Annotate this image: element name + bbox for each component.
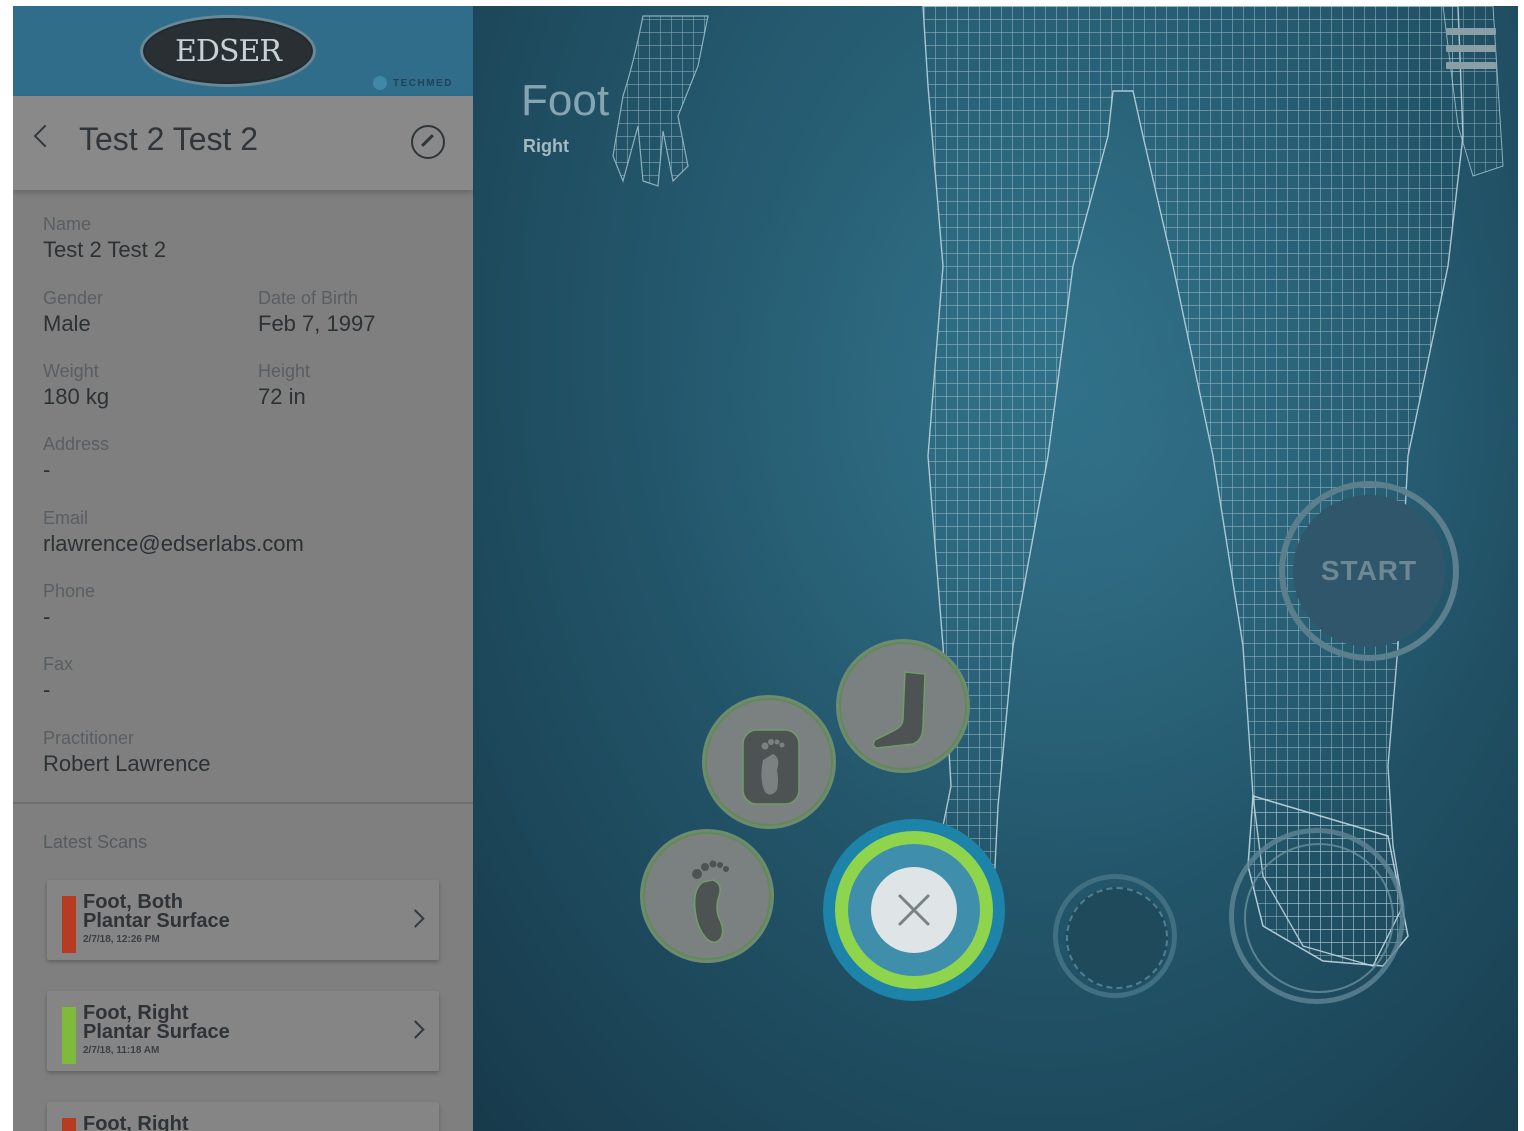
patient-title: Test 2 Test 2 bbox=[79, 121, 259, 157]
scan-status-bar bbox=[62, 1118, 76, 1131]
address-label: Address bbox=[43, 434, 110, 454]
techmed-logo: TECHMED bbox=[373, 76, 453, 90]
close-button[interactable] bbox=[871, 867, 957, 953]
practitioner-label: Practitioner bbox=[43, 728, 135, 748]
scan-option-side[interactable] bbox=[839, 642, 967, 770]
name-label: Name bbox=[43, 214, 92, 234]
scan-status-bar bbox=[62, 1007, 76, 1064]
scan-date: 2/7/18, 11:18 AM bbox=[83, 1045, 160, 1056]
email-value: rlawrence@edserlabs.com bbox=[43, 531, 304, 556]
edit-button[interactable] bbox=[411, 125, 445, 159]
scan-title: Foot, Both Plantar Surface bbox=[83, 891, 230, 932]
active-scan-ring bbox=[823, 819, 1005, 1001]
app-window: EDSER TECHMED Test 2 Test 2 Name Test 2 … bbox=[13, 6, 1518, 1131]
scan-card[interactable]: Foot, Right bbox=[47, 1102, 439, 1131]
phone-value: - bbox=[43, 604, 51, 629]
chevron-right-icon bbox=[406, 909, 425, 928]
address-value: - bbox=[43, 457, 51, 482]
scan-card[interactable]: Foot, Both Plantar Surface 2/7/18, 12:26… bbox=[47, 880, 439, 960]
start-button[interactable]: START bbox=[1279, 481, 1459, 661]
start-label: START bbox=[1320, 555, 1418, 586]
weight-label: Weight bbox=[43, 361, 99, 381]
name-value: Test 2 Test 2 bbox=[43, 237, 167, 262]
patient-details-panel: Test 2 Test 2 Name Test 2 Test 2 Gender … bbox=[13, 96, 473, 1131]
foot-sole-box-icon bbox=[742, 729, 800, 805]
phone-label: Phone bbox=[43, 581, 96, 601]
logo-bar: EDSER TECHMED bbox=[13, 6, 473, 96]
weight-value: 180 kg bbox=[43, 384, 110, 409]
body-viewer: Foot Right START bbox=[473, 6, 1518, 1131]
region-side: Right bbox=[523, 136, 569, 156]
scan-slot-ring[interactable] bbox=[1053, 874, 1177, 998]
chevron-right-icon bbox=[406, 1020, 425, 1039]
close-icon bbox=[898, 894, 930, 926]
dob-label: Date of Birth bbox=[258, 288, 359, 308]
scan-option-sole[interactable] bbox=[705, 698, 833, 826]
height-value: 72 in bbox=[258, 384, 306, 409]
scan-date: 2/7/18, 12:26 PM bbox=[83, 934, 160, 945]
fax-value: - bbox=[43, 677, 51, 702]
latest-scans-label: Latest Scans bbox=[43, 832, 148, 852]
foot-target-ring[interactable] bbox=[1229, 828, 1405, 1004]
divider bbox=[13, 802, 473, 804]
fax-label: Fax bbox=[43, 654, 74, 674]
practitioner-value: Robert Lawrence bbox=[43, 751, 211, 776]
back-chevron-icon[interactable] bbox=[33, 124, 57, 148]
scan-option-plantar[interactable] bbox=[643, 832, 771, 960]
scan-title: Foot, Right bbox=[83, 1113, 189, 1131]
email-label: Email bbox=[43, 508, 89, 528]
patient-sidebar: EDSER TECHMED Test 2 Test 2 Name Test 2 … bbox=[13, 6, 473, 1131]
foot-plantar-icon bbox=[692, 860, 729, 943]
region-title: Foot bbox=[521, 76, 610, 125]
techmed-globe-icon bbox=[373, 76, 387, 90]
foot-side-icon bbox=[872, 671, 926, 749]
dob-value: Feb 7, 1997 bbox=[258, 311, 376, 336]
gender-value: Male bbox=[43, 311, 91, 336]
panel-header: Test 2 Test 2 bbox=[13, 96, 473, 190]
height-label: Height bbox=[258, 361, 311, 381]
gender-label: Gender bbox=[43, 288, 104, 308]
scan-status-bar bbox=[62, 896, 76, 953]
hamburger-menu-icon[interactable] bbox=[1446, 28, 1496, 70]
scan-card[interactable]: Foot, Right Plantar Surface 2/7/18, 11:1… bbox=[47, 991, 439, 1071]
scan-title: Foot, Right Plantar Surface bbox=[83, 1002, 230, 1043]
edser-logo: EDSER bbox=[140, 15, 316, 87]
